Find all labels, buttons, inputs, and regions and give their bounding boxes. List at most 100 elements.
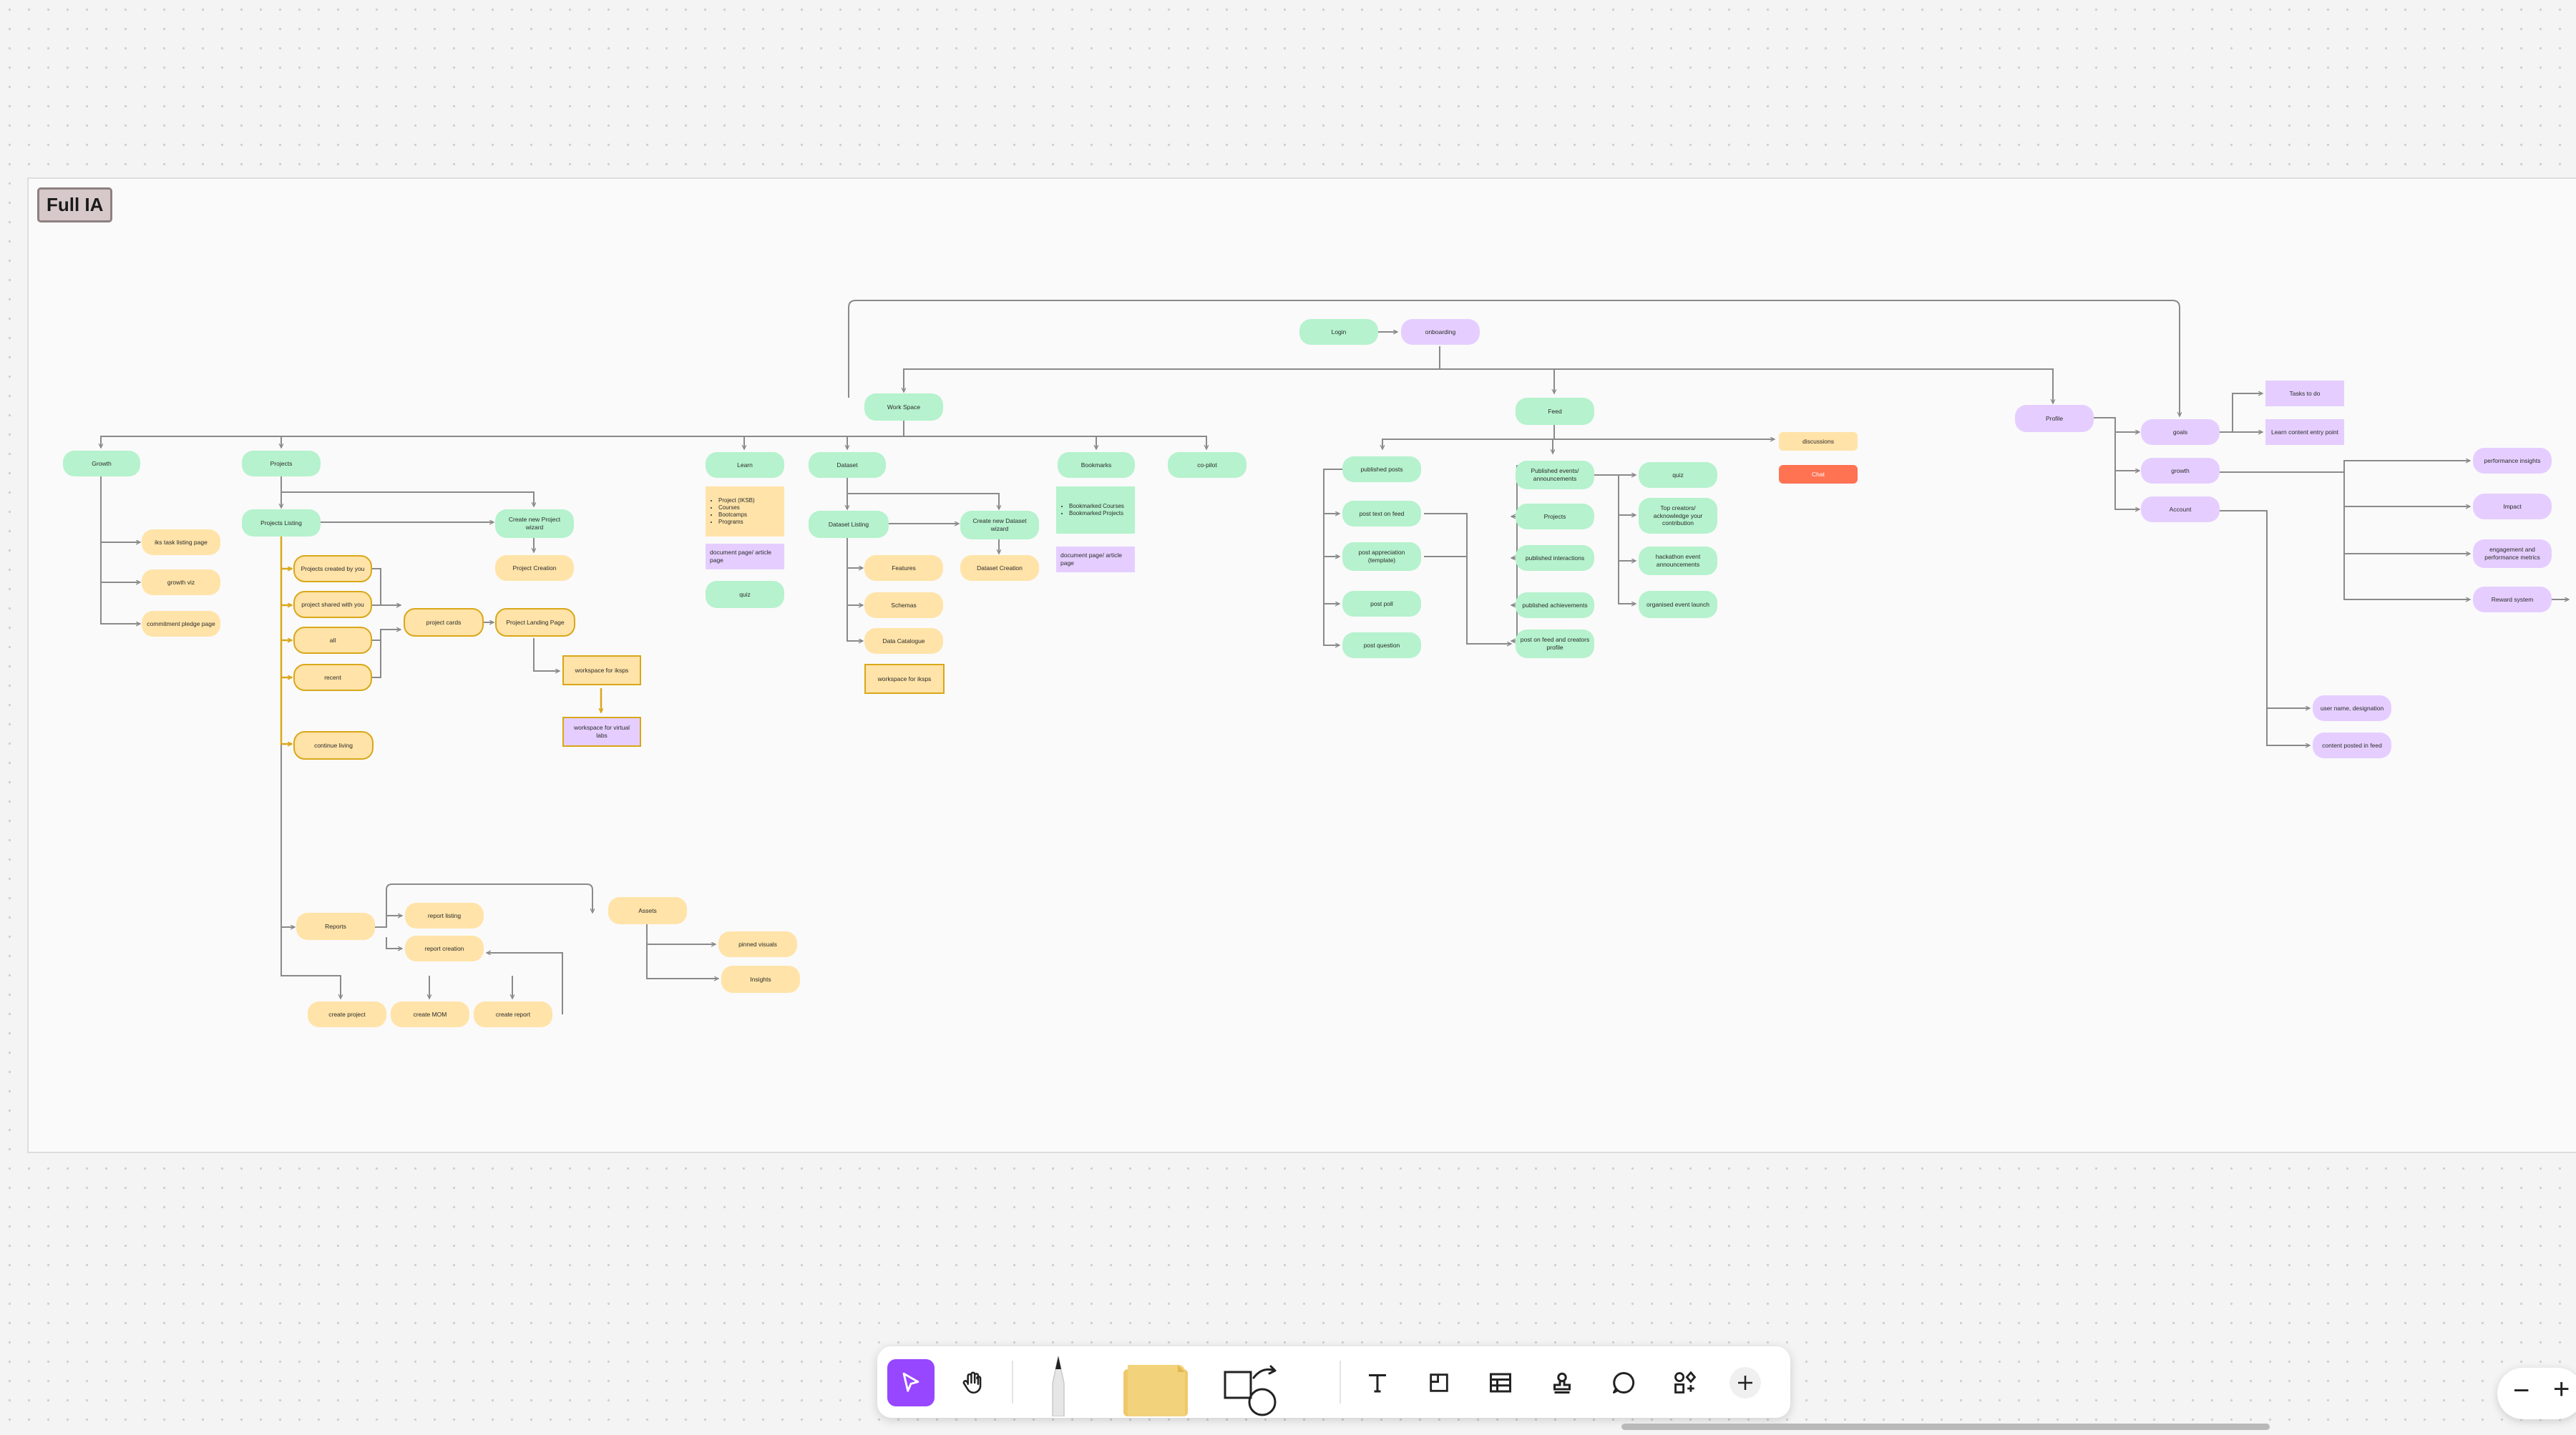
learn-content-entry-node[interactable]: Learn content entry point (2265, 419, 2344, 445)
published-interactions-node[interactable]: published interactions (1516, 545, 1594, 571)
create-project-wizard-node[interactable]: Create new Project wizard (495, 509, 574, 538)
hackathon-announcements-node[interactable]: hackathon event announcements (1639, 547, 1717, 575)
recent-projects-node[interactable]: recent (293, 664, 372, 691)
table-icon[interactable] (1477, 1359, 1524, 1406)
create-mom-node[interactable]: create MOM (391, 1001, 469, 1027)
iks-task-listing-node[interactable]: iks task listing page (142, 529, 220, 555)
post-on-feed-profile-node[interactable]: post on feed and creators profile (1516, 630, 1594, 658)
workspace-node[interactable]: Work Space (864, 393, 943, 421)
text-icon[interactable] (1354, 1359, 1401, 1406)
bookmarks-document-page-node[interactable]: document page/ article page (1056, 547, 1135, 572)
published-posts-node[interactable]: published posts (1342, 456, 1421, 482)
post-text-on-feed-node[interactable]: post text on feed (1342, 501, 1421, 527)
comment-icon[interactable] (1600, 1359, 1647, 1406)
reports-node[interactable]: Reports (296, 913, 375, 940)
assets-node[interactable]: Assets (608, 897, 687, 924)
engagement-metrics-node[interactable]: engagement and performance metrics (2473, 539, 2552, 568)
onboarding-node[interactable]: onboarding (1401, 319, 1480, 345)
learn-list-node[interactable]: Project (IKSB) Courses Bootcamps Program… (706, 486, 784, 537)
bookmarks-list: Bookmarked Courses Bookmarked Projects (1060, 503, 1124, 517)
workspace-virtual-labs-node[interactable]: workspace for virtual labs (562, 717, 641, 747)
post-appreciation-node[interactable]: post appreciation (template) (1342, 542, 1421, 571)
impact-node[interactable]: Impact (2473, 494, 2552, 519)
report-creation-node[interactable]: report creation (405, 936, 484, 961)
all-projects-node[interactable]: all (293, 627, 372, 654)
tasks-to-do-node[interactable]: Tasks to do (2265, 381, 2344, 406)
schemas-node[interactable]: Schemas (864, 592, 943, 618)
project-cards-node[interactable]: project cards (404, 608, 484, 637)
account-node[interactable]: Account (2141, 496, 2220, 522)
post-poll-node[interactable]: post poll (1342, 591, 1421, 617)
projects-created-by-you-node[interactable]: Projects created by you (293, 555, 372, 582)
commitment-pledge-node[interactable]: commitment pledge page (142, 611, 220, 637)
feed-quiz-node[interactable]: quiz (1639, 462, 1717, 488)
learn-node[interactable]: Learn (706, 452, 784, 478)
growth-viz-node[interactable]: growth viz (142, 569, 220, 595)
section-icon[interactable] (1415, 1359, 1463, 1406)
bookmarks-list-node[interactable]: Bookmarked Courses Bookmarked Projects (1056, 486, 1135, 534)
projects-node[interactable]: Projects (242, 451, 321, 476)
published-achievements-node[interactable]: published achievements (1516, 592, 1594, 618)
workspace-iksps-node[interactable]: workspace for iksps (562, 655, 641, 685)
profile-node[interactable]: Profile (2015, 405, 2094, 432)
sticky-note-icon[interactable] (1113, 1351, 1199, 1416)
create-dataset-wizard-node[interactable]: Create new Dataset wizard (960, 511, 1039, 539)
feed-projects-node[interactable]: Projects (1516, 504, 1594, 529)
discussions-node[interactable]: discussions (1779, 432, 1858, 451)
profile-growth-node[interactable]: growth (2141, 458, 2220, 484)
bottom-toolbar (877, 1346, 1790, 1418)
goals-node[interactable]: goals (2141, 419, 2220, 445)
project-creation-node[interactable]: Project Creation (495, 555, 574, 581)
reward-system-node[interactable]: Reward system (2473, 587, 2552, 612)
connectors (0, 300, 2576, 1014)
hand-icon[interactable] (949, 1359, 996, 1406)
copilot-node[interactable]: co-pilot (1168, 452, 1246, 478)
data-catalogue-node[interactable]: Data Catalogue (864, 628, 943, 654)
workspace-iksps-dataset-node[interactable]: workspace for iksps (864, 664, 945, 694)
bookmarks-list-item: Bookmarked Courses (1069, 503, 1124, 510)
learn-list-item: Bootcamps (718, 511, 755, 519)
project-landing-page-node[interactable]: Project Landing Page (495, 608, 575, 637)
shape-icon[interactable] (1221, 1359, 1278, 1416)
published-events-node[interactable]: Published events/ announcements (1516, 461, 1594, 489)
report-listing-node[interactable]: report listing (405, 903, 484, 929)
dataset-listing-node[interactable]: Dataset Listing (809, 511, 889, 538)
continue-living-node[interactable]: continue living (293, 731, 374, 760)
learn-list-item: Courses (718, 504, 755, 511)
project-shared-with-you-node[interactable]: project shared with you (293, 591, 372, 618)
feed-node[interactable]: Feed (1516, 398, 1594, 425)
zoom-controls: − + (2497, 1368, 2576, 1419)
stamp-icon[interactable] (1538, 1359, 1586, 1406)
projects-listing-node[interactable]: Projects Listing (242, 509, 321, 537)
content-posted-node[interactable]: content posted in feed (2313, 733, 2391, 758)
chat-node[interactable]: Chat (1779, 465, 1858, 484)
cursor-icon[interactable] (887, 1359, 935, 1406)
widgets-icon[interactable] (1662, 1359, 1709, 1406)
dataset-node[interactable]: Dataset (809, 452, 886, 478)
pinned-visuals-node[interactable]: pinned visuals (718, 931, 797, 957)
create-report-node[interactable]: create report (474, 1001, 552, 1027)
bookmarks-list-item: Bookmarked Projects (1069, 510, 1124, 517)
horizontal-scrollbar[interactable] (1621, 1424, 2270, 1430)
zoom-out-button[interactable]: − (2513, 1375, 2529, 1407)
user-name-designation-node[interactable]: user name, designation (2313, 695, 2391, 721)
plus-icon[interactable] (1722, 1359, 1769, 1406)
dataset-creation-node[interactable]: Dataset Creation (960, 555, 1039, 581)
zoom-in-button[interactable]: + (2553, 1373, 2570, 1406)
learn-list: Project (IKSB) Courses Bootcamps Program… (710, 497, 755, 526)
login-node[interactable]: Login (1299, 319, 1378, 345)
features-node[interactable]: Features (864, 555, 943, 581)
learn-document-page-node[interactable]: document page/ article page (706, 544, 784, 569)
post-question-node[interactable]: post question (1342, 632, 1421, 658)
create-project-node[interactable]: create project (308, 1001, 386, 1027)
learn-list-item: Programs (718, 519, 755, 526)
pen-icon[interactable] (1035, 1348, 1082, 1416)
learn-list-item: Project (IKSB) (718, 497, 755, 504)
growth-node[interactable]: Growth (63, 451, 140, 476)
bookmarks-node[interactable]: Bookmarks (1058, 452, 1135, 478)
performance-insights-node[interactable]: performance insights (2473, 448, 2552, 474)
top-creators-node[interactable]: Top creators/ acknowledge your contribut… (1639, 498, 1717, 534)
organised-event-node[interactable]: organised event launch (1639, 591, 1717, 618)
insights-node[interactable]: Insights (721, 966, 800, 993)
learn-quiz-node[interactable]: quiz (706, 581, 784, 608)
